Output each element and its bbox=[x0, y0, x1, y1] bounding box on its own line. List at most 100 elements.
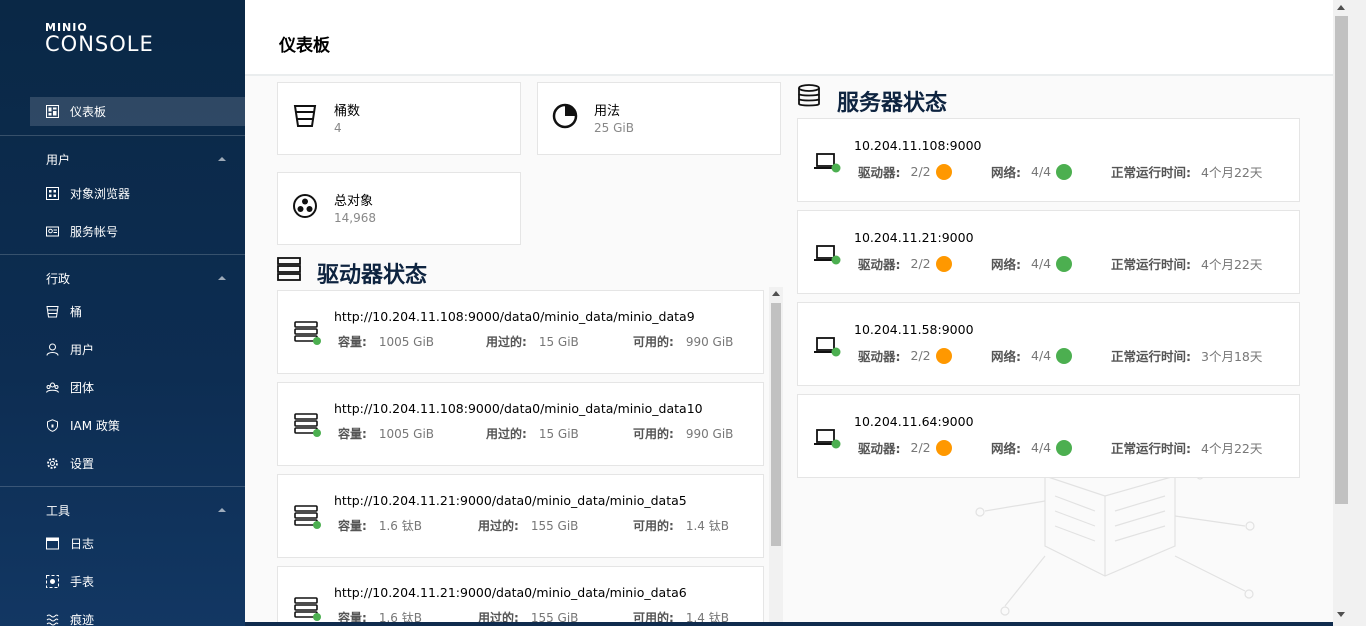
minio-console-logo[interactable]: MINIO CONSOLE bbox=[45, 22, 154, 55]
network-label: 网络: bbox=[991, 349, 1021, 364]
used-label: 用过的: bbox=[478, 519, 519, 533]
stat-value: 4 bbox=[334, 121, 342, 135]
scroll-down-arrow-icon[interactable] bbox=[1337, 612, 1345, 617]
sidebar-item-label: 手表 bbox=[70, 575, 95, 589]
stat-card-usage: 用法 25 GiB bbox=[537, 82, 781, 155]
drives-value: 2/2 bbox=[910, 440, 931, 455]
uptime-label: 正常运行时间: bbox=[1111, 165, 1191, 180]
capacity-label: 容量: bbox=[338, 519, 367, 533]
sidebar-item-label: 用户 bbox=[70, 343, 95, 357]
page-scrollbar-thumb[interactable] bbox=[1335, 16, 1348, 504]
drives-label: 驱动器: bbox=[858, 257, 901, 272]
network-value: 4/4 bbox=[1031, 256, 1052, 271]
objects-icon bbox=[293, 194, 317, 218]
server-address: 10.204.11.108:9000 bbox=[854, 138, 982, 153]
server-uptime: 正常运行时间: 4个月22天 bbox=[1111, 162, 1262, 181]
sidebar-item-settings[interactable]: 设置 bbox=[46, 455, 94, 472]
uptime-value: 4个月22天 bbox=[1201, 257, 1263, 272]
sidebar-item-users[interactable]: 用户 bbox=[46, 341, 94, 358]
chevron-up-icon bbox=[218, 508, 226, 512]
page-scrollbar[interactable] bbox=[1333, 0, 1366, 626]
available-value: 990 GiB bbox=[685, 335, 734, 349]
server-drives: 驱动器: 2/2 bbox=[858, 346, 952, 365]
uptime-value: 4个月22天 bbox=[1201, 441, 1263, 456]
warning-status-dot bbox=[935, 163, 952, 180]
network-value: 4/4 bbox=[1031, 348, 1052, 363]
drive-url: http://10.204.11.21:9000/data0/minio_dat… bbox=[334, 493, 687, 508]
sidebar-item-dashboard[interactable]: 仪表板 bbox=[30, 97, 245, 126]
drive-url: http://10.204.11.108:9000/data0/minio_da… bbox=[334, 309, 695, 324]
sidebar-item-label: 日志 bbox=[70, 537, 95, 551]
divider bbox=[0, 486, 245, 487]
chevron-up-icon bbox=[218, 157, 226, 161]
available-value: 990 GiB bbox=[685, 427, 734, 441]
stat-label: 用法 bbox=[594, 104, 621, 119]
capacity-value: 1005 GiB bbox=[378, 427, 435, 441]
drive-url: http://10.204.11.108:9000/data0/minio_da… bbox=[334, 401, 703, 416]
drives-value: 2/2 bbox=[910, 256, 931, 271]
server-card[interactable]: 10.204.11.108:9000 驱动器: 2/2 网络: 4/4 正常运行时间… bbox=[797, 118, 1300, 202]
sidebar-item-watch[interactable]: 手表 bbox=[46, 573, 94, 590]
ok-status-dot bbox=[1056, 347, 1073, 364]
capacity-label: 容量: bbox=[338, 427, 367, 441]
server-uptime: 正常运行时间: 4个月22天 bbox=[1111, 438, 1262, 457]
laptop-icon bbox=[814, 153, 841, 173]
shield-icon bbox=[46, 419, 59, 432]
capacity-value: 1.6 钛B bbox=[378, 519, 422, 533]
server-card[interactable]: 10.204.11.58:9000 驱动器: 2/2 网络: 4/4 正常运行时间:… bbox=[797, 302, 1300, 386]
drives-label: 驱动器: bbox=[858, 441, 901, 456]
sidebar-item-label: 痕迹 bbox=[70, 613, 95, 626]
drives-scrollbar-thumb[interactable] bbox=[771, 303, 781, 546]
section-admin[interactable]: 行政 bbox=[46, 270, 226, 287]
ok-status-dot bbox=[1056, 163, 1073, 180]
bucket-icon bbox=[293, 105, 317, 127]
sidebar-item-label: IAM 政策 bbox=[70, 419, 120, 433]
drive-card[interactable]: http://10.204.11.108:9000/data0/minio_da… bbox=[277, 290, 764, 374]
drive-card[interactable]: http://10.204.11.108:9000/data0/minio_da… bbox=[277, 382, 764, 466]
stat-card-objects: 总对象 14,968 bbox=[277, 172, 521, 245]
trace-icon bbox=[46, 613, 59, 626]
sidebar-item-label: 设置 bbox=[70, 457, 95, 471]
scroll-up-arrow-icon[interactable] bbox=[772, 291, 780, 296]
server-drives: 驱动器: 2/2 bbox=[858, 438, 952, 457]
user-icon bbox=[46, 343, 59, 356]
server-card[interactable]: 10.204.11.21:9000 驱动器: 2/2 网络: 4/4 正常运行时间:… bbox=[797, 210, 1300, 294]
sidebar-item-buckets[interactable]: 桶 bbox=[46, 303, 82, 320]
available-label: 可用的: bbox=[633, 335, 674, 349]
used-label: 用过的: bbox=[486, 335, 527, 349]
server-card[interactable]: 10.204.11.64:9000 驱动器: 2/2 网络: 4/4 正常运行时间:… bbox=[797, 394, 1300, 478]
section-tools[interactable]: 工具 bbox=[46, 502, 226, 519]
page-header: 仪表板 bbox=[245, 0, 1333, 76]
drive-icon bbox=[294, 413, 321, 437]
drives-scrollbar[interactable] bbox=[769, 287, 783, 626]
server-address: 10.204.11.58:9000 bbox=[854, 322, 974, 337]
server-network: 网络: 4/4 bbox=[991, 438, 1073, 457]
sidebar-item-object-browser[interactable]: 对象浏览器 bbox=[46, 185, 130, 202]
drive-card[interactable]: http://10.204.11.21:9000/data0/minio_dat… bbox=[277, 566, 764, 626]
stat-card-buckets: 桶数 4 bbox=[277, 82, 521, 155]
server-network: 网络: 4/4 bbox=[991, 254, 1073, 273]
server-uptime: 正常运行时间: 4个月22天 bbox=[1111, 254, 1262, 273]
server-address: 10.204.11.21:9000 bbox=[854, 230, 974, 245]
groups-icon bbox=[46, 381, 59, 394]
sidebar-item-groups[interactable]: 团体 bbox=[46, 379, 94, 396]
drive-card[interactable]: http://10.204.11.21:9000/data0/minio_dat… bbox=[277, 474, 764, 558]
sidebar-item-iam-policies[interactable]: IAM 政策 bbox=[46, 417, 120, 434]
available-value: 1.4 钛B bbox=[685, 519, 729, 533]
warning-status-dot bbox=[935, 439, 952, 456]
chevron-up-icon bbox=[218, 276, 226, 280]
divider bbox=[0, 254, 245, 255]
capacity-label: 容量: bbox=[338, 335, 367, 349]
logs-icon bbox=[46, 537, 59, 550]
watch-icon bbox=[46, 575, 59, 588]
ok-status-dot bbox=[1056, 255, 1073, 272]
sidebar-item-trace[interactable]: 痕迹 bbox=[46, 611, 94, 626]
network-value: 4/4 bbox=[1031, 440, 1052, 455]
warning-status-dot bbox=[935, 347, 952, 364]
stat-label: 桶数 bbox=[334, 104, 361, 119]
section-users[interactable]: 用户 bbox=[46, 151, 226, 168]
scroll-up-arrow-icon[interactable] bbox=[1337, 5, 1345, 10]
sidebar-item-service-accounts[interactable]: 服务帐号 bbox=[46, 223, 118, 240]
sidebar-item-logs[interactable]: 日志 bbox=[46, 535, 94, 552]
dashboard-icon bbox=[46, 105, 59, 118]
